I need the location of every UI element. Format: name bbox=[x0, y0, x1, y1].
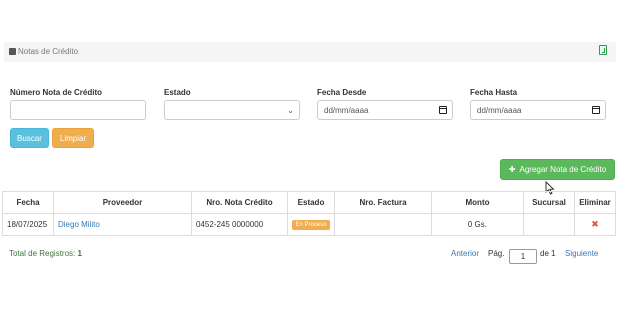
fecha-hasta-label: Fecha Hasta bbox=[470, 88, 518, 97]
delete-icon[interactable]: ✖ bbox=[591, 219, 599, 229]
numero-label: Número Nota de Crédito bbox=[10, 88, 103, 97]
fecha-hasta-value: dd/mm/aaaa bbox=[477, 106, 522, 115]
col-header-proveedor[interactable]: Proveedor bbox=[53, 191, 192, 214]
panel-title-text: Notas de Crédito bbox=[18, 47, 79, 56]
notas-credito-table: Fecha Proveedor Nro. Nota Crédito Estado… bbox=[2, 191, 616, 236]
calendar-icon[interactable] bbox=[439, 106, 447, 114]
col-header-nro-nota[interactable]: Nro. Nota Crédito bbox=[191, 191, 288, 214]
calendar-icon[interactable] bbox=[592, 106, 600, 114]
cell-nro-nota: 0452-245 0000000 bbox=[191, 213, 288, 236]
cell-monto: 0 Gs. bbox=[431, 213, 524, 236]
panel-title: Notas de Crédito bbox=[9, 47, 78, 56]
chevron-down-icon: ⌄ bbox=[287, 106, 294, 115]
list-icon bbox=[9, 48, 16, 55]
col-header-fecha[interactable]: Fecha bbox=[2, 191, 54, 214]
pager-anterior[interactable]: Anterior bbox=[451, 249, 479, 258]
fecha-hasta-input[interactable]: dd/mm/aaaa bbox=[470, 100, 606, 120]
panel-header: Notas de Crédito bbox=[4, 42, 616, 62]
agregar-nota-label: Agregar Nota de Crédito bbox=[519, 165, 607, 174]
total-label: Total de Registros: bbox=[9, 249, 76, 258]
estado-select[interactable]: ⌄ bbox=[164, 100, 300, 120]
pager-pag-label: Pág. bbox=[488, 249, 505, 258]
buscar-button[interactable]: Buscar bbox=[10, 128, 49, 148]
status-badge: En Proceso bbox=[292, 220, 330, 230]
col-header-sucursal[interactable]: Sucursal bbox=[523, 191, 575, 214]
cell-sucursal bbox=[523, 213, 575, 236]
fecha-desde-input[interactable]: dd/mm/aaaa bbox=[317, 100, 453, 120]
total-registros: Total de Registros: 1 bbox=[9, 249, 82, 258]
plus-icon: ✚ bbox=[508, 165, 516, 174]
col-header-monto[interactable]: Monto bbox=[431, 191, 524, 214]
cell-proveedor: Diego Milito bbox=[53, 213, 192, 236]
table-header-row: Fecha Proveedor Nro. Nota Crédito Estado… bbox=[2, 191, 616, 214]
total-count: 1 bbox=[77, 249, 82, 258]
cell-estado: En Proceso bbox=[287, 213, 335, 236]
table-row: 18/07/2025 Diego Milito 0452-245 0000000… bbox=[2, 213, 616, 236]
cell-fecha: 18/07/2025 bbox=[2, 213, 54, 236]
col-header-estado[interactable]: Estado bbox=[287, 191, 335, 214]
proveedor-link[interactable]: Diego Milito bbox=[58, 220, 100, 229]
col-header-eliminar: Eliminar bbox=[574, 191, 616, 214]
pager-siguiente[interactable]: Siguiente bbox=[565, 249, 598, 258]
fecha-desde-value: dd/mm/aaaa bbox=[324, 106, 369, 115]
cell-eliminar: ✖ bbox=[574, 213, 616, 236]
page-number-input[interactable]: 1 bbox=[509, 249, 537, 264]
pager-of-label: de 1 bbox=[540, 249, 556, 258]
col-header-nro-factura[interactable]: Nro. Factura bbox=[334, 191, 432, 214]
estado-label: Estado bbox=[164, 88, 191, 97]
numero-nota-input[interactable] bbox=[10, 100, 146, 120]
excel-export-icon[interactable] bbox=[599, 45, 607, 55]
cell-nro-factura bbox=[334, 213, 432, 236]
fecha-desde-label: Fecha Desde bbox=[317, 88, 367, 97]
limpiar-button[interactable]: Limpiar bbox=[52, 128, 94, 148]
agregar-nota-button[interactable]: ✚ Agregar Nota de Crédito bbox=[500, 159, 615, 180]
